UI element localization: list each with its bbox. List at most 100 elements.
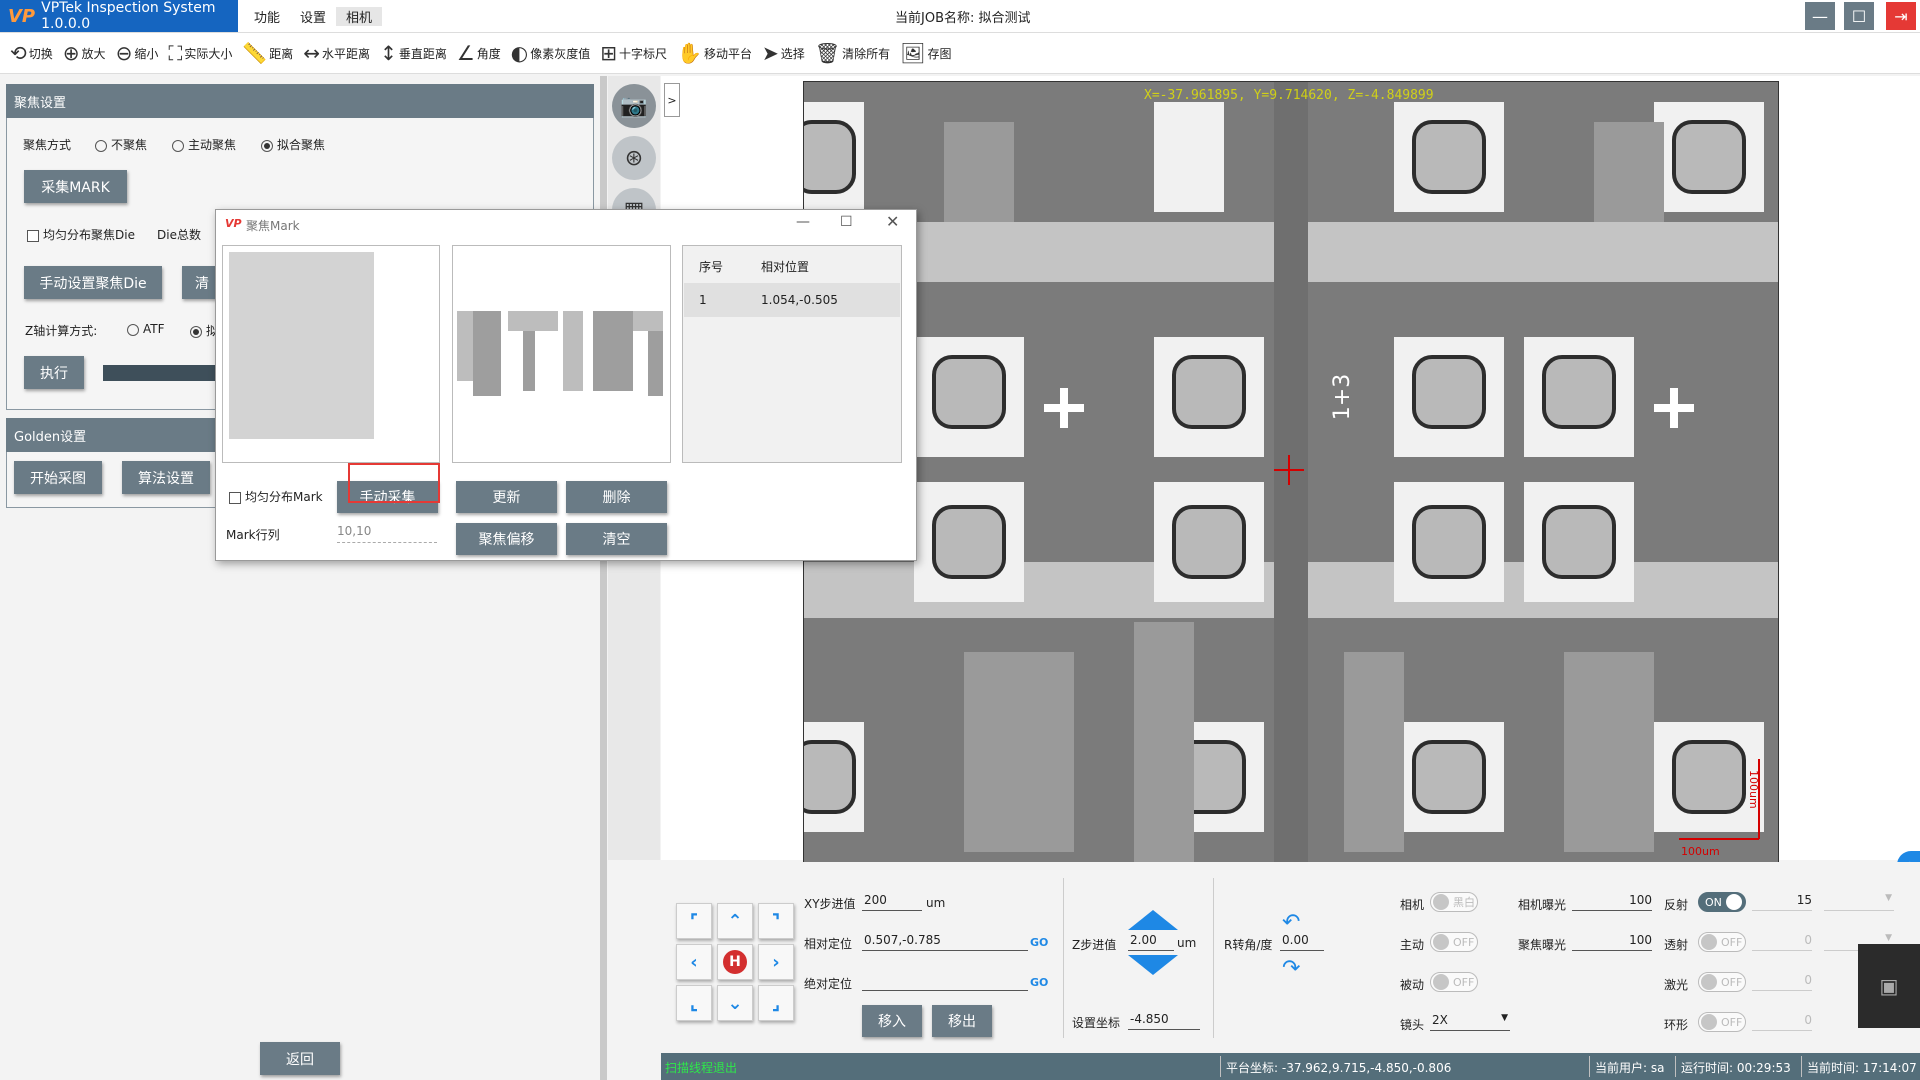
radio-z-fit[interactable]: 拟 [190,322,218,339]
move-in-button[interactable]: 移入 [862,1005,922,1037]
tool-ruler[interactable]: 📏 距离 [242,41,293,65]
switch-icon: ⟲ [10,41,27,65]
radio-active-focus[interactable]: 主动聚焦 [172,136,236,153]
move-up-right-button[interactable]: ⌝ [758,903,794,939]
move-right-button[interactable]: › [758,944,794,980]
table-header-index: 序号 [699,260,724,274]
expand-panel-button[interactable]: > [664,83,680,117]
table-row[interactable]: 1 1.054,-0.505 [684,283,900,317]
radio-fit-focus[interactable]: 拟合聚焦 [261,136,325,153]
move-down-button[interactable]: ⌄ [717,985,753,1021]
camera-view-button[interactable]: 📷 [612,84,656,128]
video-icon: ▣ [1879,974,1899,998]
z-step-input[interactable]: 2.00 [1128,933,1174,951]
radio-z-atf[interactable]: ATF [127,322,165,336]
update-button[interactable]: 更新 [456,481,557,513]
tool-zoom-in[interactable]: ⊕ 放大 [63,41,106,65]
delete-button[interactable]: 删除 [566,481,667,513]
reflect-select[interactable]: ▼ [1824,893,1894,911]
gray-value-icon: ◐ [510,41,529,65]
lens-select[interactable]: 2X ▼ [1430,1013,1510,1031]
rotate-cw-button[interactable]: ↷ [1282,956,1300,981]
map-view-button[interactable]: ⊛ [612,136,656,180]
xy-step-input[interactable]: 200 [862,893,922,911]
dialog-title: 聚焦Mark [246,219,300,233]
tool-label: 切换 [28,46,53,61]
tool-label: 存图 [927,46,952,61]
move-down-left-button[interactable]: ⌞ [676,985,712,1021]
move-down-right-button[interactable]: ⌟ [758,985,794,1021]
cursor-icon: ➤ [761,41,779,65]
rotate-ccw-button[interactable]: ↶ [1282,910,1300,935]
menu-settings[interactable]: 设置 [290,7,336,26]
tool-cursor[interactable]: ➤ 选择 [762,41,805,65]
tool-horizontal-distance[interactable]: ↔ 水平距离 [303,41,370,65]
move-out-button[interactable]: 移出 [932,1005,992,1037]
passive-toggle[interactable]: OFF [1430,972,1478,992]
z-up-button[interactable] [1128,910,1178,930]
move-left-button[interactable]: ‹ [676,944,712,980]
tool-switch[interactable]: ⟲ 切换 [10,41,53,65]
tool-actual-size[interactable]: ⛶ 实际大小 [168,41,232,65]
clear-button[interactable]: 清空 [566,523,667,555]
tool-crosshair[interactable]: ⊞ 十字标尺 [600,41,667,65]
tool-hand[interactable]: ✋ 移动平台 [677,41,752,65]
tool-gray-value[interactable]: ◐ 像素灰度值 [511,41,590,65]
algorithm-settings-button[interactable]: 算法设置 [122,461,210,494]
transmit-value[interactable]: 0 [1752,933,1812,951]
absolute-go-button[interactable]: GO [1030,976,1048,989]
back-button[interactable]: 返回 [260,1042,340,1075]
status-separator [1220,1056,1221,1077]
reflect-value[interactable]: 15 [1752,893,1812,911]
runtime: 运行时间: 00:29:53 [1681,1061,1791,1075]
rotation-input[interactable]: 0.00 [1280,933,1324,951]
manual-die-button[interactable]: 手动设置聚焦Die [24,266,162,299]
tool-save-image[interactable]: 🖼 存图 [900,41,951,65]
focus-offset-button[interactable]: 聚焦偏移 [456,523,557,555]
tool-vertical-distance[interactable]: ↕ 垂直距离 [380,41,447,65]
execute-button[interactable]: 执行 [24,356,84,389]
start-capture-button[interactable]: 开始采图 [14,461,102,494]
tool-trash[interactable]: 🗑 清除所有 [815,41,890,65]
dialog-minimize-button[interactable]: — [796,214,810,230]
passive-label: 被动 [1400,978,1425,992]
focus-exposure-input[interactable]: 100 [1572,933,1652,951]
z-down-button[interactable] [1128,955,1178,975]
active-toggle[interactable]: OFF [1430,932,1478,952]
tool-zoom-out[interactable]: ⊖ 缩小 [116,41,159,65]
camera-exposure-input[interactable]: 100 [1572,893,1652,911]
maximize-button[interactable]: ☐ [1844,2,1874,30]
minimize-button[interactable]: — [1805,2,1835,30]
radio-no-focus[interactable]: 不聚焦 [95,136,147,153]
relative-position-input[interactable]: 0.507,-0.785 [862,933,1028,951]
save-image-icon: 🖼 [900,41,926,65]
laser-value[interactable]: 0 [1752,973,1812,991]
tool-angle[interactable]: ∠ 角度 [457,41,501,65]
relative-go-button[interactable]: GO [1030,936,1048,949]
die-total-label: Die总数 [157,228,201,242]
floating-widget[interactable]: ▣ [1858,944,1920,1028]
home-button[interactable]: H [717,944,753,980]
ring-value[interactable]: 0 [1752,1013,1812,1031]
camera-mode-toggle[interactable]: 黑白 [1430,892,1478,912]
uniform-die-checkbox[interactable]: 均匀分布聚焦Die [27,226,135,243]
camera-image[interactable]: 1+3 [803,81,1779,863]
ring-toggle[interactable]: OFF [1698,1012,1746,1032]
set-coordinate-input[interactable]: -4.850 [1128,1012,1200,1030]
dialog-close-button[interactable]: ✕ [886,212,899,231]
uniform-mark-checkbox[interactable]: 均匀分布Mark [229,488,323,505]
dialog-maximize-button[interactable]: ☐ [840,214,853,230]
move-up-button[interactable]: ⌃ [717,903,753,939]
menu-function[interactable]: 功能 [244,7,290,26]
table-header-position: 相对位置 [761,260,810,274]
mark-rowcol-input[interactable]: 10,10 [337,524,437,543]
menu-camera[interactable]: 相机 [336,6,383,26]
transmit-toggle[interactable]: OFF [1698,932,1746,952]
reflect-toggle[interactable]: ON [1698,892,1746,912]
move-up-left-button[interactable]: ⌜ [676,903,712,939]
current-job-label: 当前JOB名称: 拟合测试 [895,11,1031,26]
laser-toggle[interactable]: OFF [1698,972,1746,992]
absolute-position-input[interactable] [862,973,1028,991]
collect-mark-button[interactable]: 采集MARK [24,170,127,203]
exit-button[interactable]: ⇥ [1886,2,1916,30]
